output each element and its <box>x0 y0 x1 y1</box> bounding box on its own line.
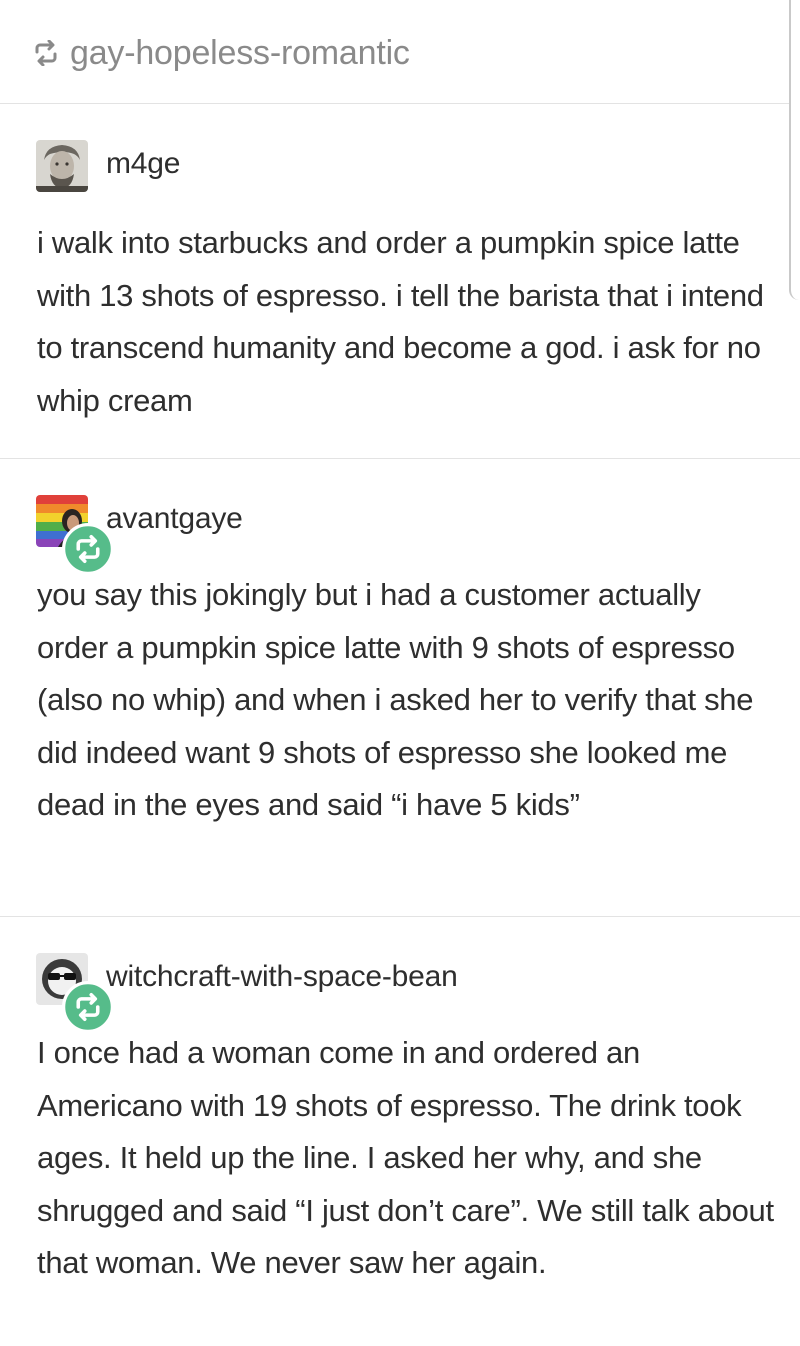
post-username[interactable]: witchcraft-with-space-bean <box>106 957 458 997</box>
post-body: you say this jokingly but i had a custom… <box>37 577 754 822</box>
rainbow-avatar[interactable] <box>36 495 114 575</box>
reblog-icon <box>32 39 60 67</box>
post-username[interactable]: avantgaye <box>106 499 243 539</box>
portrait-avatar[interactable] <box>36 140 88 192</box>
reblog-badge-icon <box>62 981 114 1033</box>
post-body: i walk into starbucks and order a pumpki… <box>37 225 764 418</box>
reblogged-from-name[interactable]: gay-hopeless-romantic <box>70 30 410 76</box>
sunglasses-avatar[interactable] <box>36 953 114 1033</box>
post-witchcraft-with-space-bean: witchcraft-with-space-bean I once had a … <box>0 916 800 1346</box>
post-m4ge: m4ge i walk into starbucks and order a p… <box>0 104 800 458</box>
post-body: I once had a woman come in and ordered a… <box>37 1035 774 1280</box>
reblog-header: gay-hopeless-romantic <box>0 0 790 104</box>
reblog-badge-icon <box>62 523 114 575</box>
post-username[interactable]: m4ge <box>106 144 180 184</box>
post-avantgaye: avantgaye you say this jokingly but i ha… <box>0 458 800 916</box>
